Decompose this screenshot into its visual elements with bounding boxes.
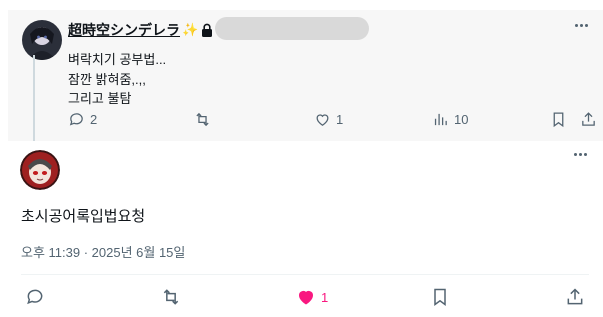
post-timestamp[interactable]: 오후 11:39 · 2025년 6월 15일 xyxy=(21,242,185,261)
thread-connector xyxy=(33,55,35,141)
parent-text-line: 그리고 불탐 xyxy=(68,91,132,106)
main-avatar[interactable] xyxy=(20,150,60,190)
sparkles-icon: ✨ xyxy=(182,22,199,37)
heart-icon xyxy=(316,114,329,126)
parent-reply-count: 2 xyxy=(90,112,98,127)
more-icon xyxy=(575,24,588,27)
parent-like-count: 1 xyxy=(336,112,344,127)
parent-action-bar: 2 1 10 xyxy=(68,111,598,131)
retweet-icon xyxy=(163,289,179,305)
parent-retweet-button[interactable] xyxy=(194,111,211,128)
parent-text-line: 잠깐 밝혀줌,.,, xyxy=(68,71,146,87)
analytics-icon xyxy=(434,113,447,126)
parent-reply-button[interactable]: 2 xyxy=(68,111,97,128)
lock-icon xyxy=(202,23,213,37)
parent-more-button[interactable] xyxy=(575,24,588,27)
parent-share-button[interactable] xyxy=(580,111,597,128)
main-retweet-button[interactable] xyxy=(161,287,181,307)
main-like-button[interactable]: 1 xyxy=(296,287,328,307)
retweet-icon xyxy=(196,112,209,127)
share-icon xyxy=(582,112,595,126)
share-icon xyxy=(567,288,583,305)
bookmark-icon xyxy=(553,112,564,128)
parent-like-button[interactable]: 1 xyxy=(314,111,343,128)
heart-icon xyxy=(299,291,313,305)
main-action-bar: 1 xyxy=(0,287,603,311)
main-share-button[interactable] xyxy=(565,287,585,307)
bookmark-icon xyxy=(434,288,446,306)
parent-header: 超時空シンデレラ ✨ xyxy=(68,20,213,40)
parent-text-line: 벼락치기 공부법... xyxy=(68,52,167,67)
main-more-button[interactable] xyxy=(574,153,587,156)
parent-post[interactable]: 超時空シンデレラ ✨ 벼락치기 공부법... 잠깐 밝혀줌,.,, 그리고 불탐… xyxy=(8,10,603,141)
main-post-text: 초시공어록입법요청 xyxy=(21,208,146,225)
parent-views-button[interactable]: 10 xyxy=(432,111,468,128)
parent-view-count: 10 xyxy=(454,112,469,127)
more-icon xyxy=(574,153,587,156)
main-bookmark-button[interactable] xyxy=(430,287,450,307)
main-post: 초시공어록입법요청 오후 11:39 · 2025년 6월 15일 1 xyxy=(0,141,603,317)
main-reply-button[interactable] xyxy=(25,287,45,307)
parent-bookmark-button[interactable] xyxy=(550,111,567,128)
parent-avatar[interactable] xyxy=(22,20,62,60)
parent-post-text: 벼락치기 공부법... 잠깐 밝혀줌,.,, 그리고 불탐 xyxy=(68,50,166,109)
redacted-handle xyxy=(215,17,369,40)
parent-display-name[interactable]: 超時空シンデレラ xyxy=(68,20,180,40)
reply-icon xyxy=(69,113,83,126)
main-like-count: 1 xyxy=(321,289,329,305)
reply-icon xyxy=(27,289,43,305)
divider xyxy=(21,274,589,275)
